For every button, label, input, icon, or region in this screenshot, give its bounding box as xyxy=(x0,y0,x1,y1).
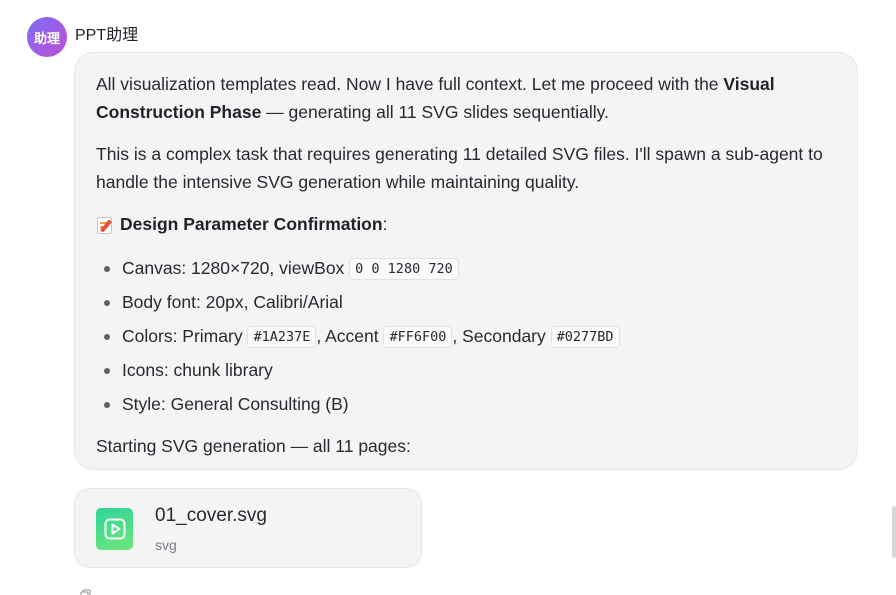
list-item: Style: General Consulting (B) xyxy=(96,388,837,422)
avatar-text: 助理 xyxy=(33,30,60,46)
file-attachment-card[interactable]: 01_cover.svg svg xyxy=(74,488,422,568)
message-paragraph: Starting SVG generation — all 11 pages: xyxy=(96,436,411,456)
design-heading: Design Parameter Confirmation: xyxy=(96,210,837,238)
list-item: Body font: 20px, Calibri/Arial xyxy=(96,286,837,320)
inline-code: 0 0 1280 720 xyxy=(349,258,459,280)
canvas-label: Canvas: 1280×720, viewBox xyxy=(122,258,350,278)
para1-prefix: All visualization templates read. Now I … xyxy=(96,74,724,94)
accent-label: , Accent xyxy=(316,326,384,346)
list-item: Colors: Primary #1A237E, Accent #FF6F00,… xyxy=(96,320,837,354)
secondary-label: , Secondary xyxy=(452,326,551,346)
memo-icon xyxy=(96,215,114,234)
design-heading-text: Design Parameter Confirmation xyxy=(120,214,383,234)
design-params-list: Canvas: 1280×720, viewBox 0 0 1280 720 B… xyxy=(96,252,837,422)
scrollbar-thumb[interactable] xyxy=(892,506,896,558)
design-heading-colon: : xyxy=(382,214,388,234)
play-file-icon xyxy=(96,508,133,550)
file-name: 01_cover.svg xyxy=(155,505,267,526)
list-item: Canvas: 1280×720, viewBox 0 0 1280 720 xyxy=(96,252,837,286)
assistant-message-bubble: All visualization templates read. Now I … xyxy=(74,52,858,470)
file-type: svg xyxy=(155,537,177,553)
para1-suffix: — generating all 11 SVG slides sequentia… xyxy=(261,102,609,122)
assistant-avatar[interactable]: 助理 xyxy=(27,17,67,57)
inline-code: #1A237E xyxy=(247,326,317,348)
inline-code: #0277BD xyxy=(550,326,620,348)
copy-icon[interactable] xyxy=(80,588,92,595)
colors-label: Colors: Primary xyxy=(122,326,248,346)
message-paragraph: All visualization templates read. Now I … xyxy=(96,70,837,126)
list-item: Icons: chunk library xyxy=(96,354,837,388)
chat-view: 助理 PPT助理 All visualization templates rea… xyxy=(0,0,896,595)
inline-code: #FF6F00 xyxy=(383,326,453,348)
message-paragraph: This is a complex task that requires gen… xyxy=(96,144,823,192)
sender-name: PPT助理 xyxy=(75,27,139,44)
